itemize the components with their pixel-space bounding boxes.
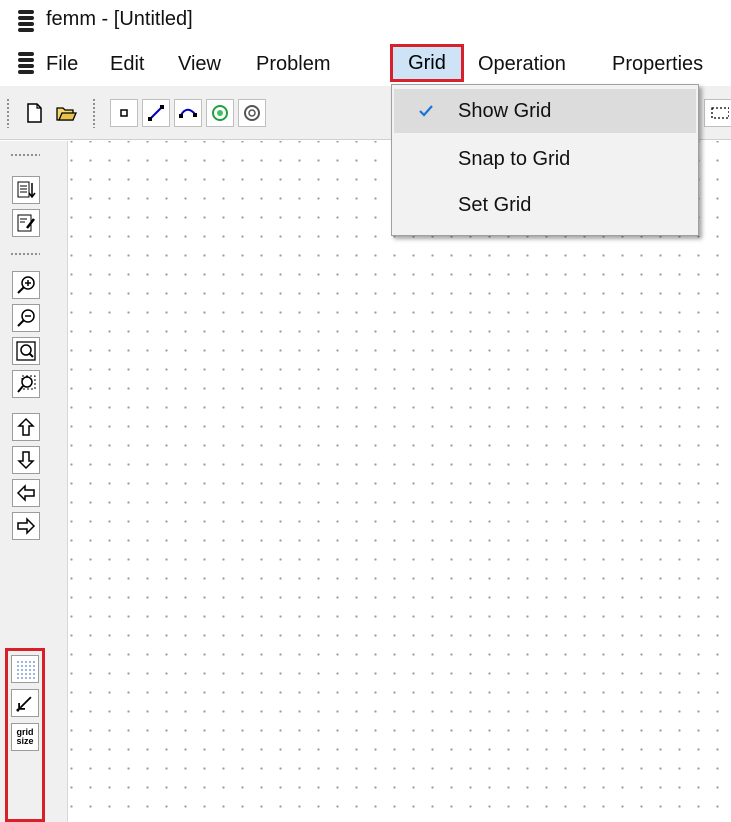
zoom-out-button[interactable] xyxy=(12,304,40,332)
pan-up-icon xyxy=(17,417,35,436)
system-menu-icon[interactable] xyxy=(16,52,38,76)
snap-to-grid-icon xyxy=(16,696,32,712)
menu-properties[interactable]: Properties xyxy=(612,51,703,77)
grid-size-label-line2: size xyxy=(16,736,34,746)
pan-right-button[interactable] xyxy=(12,512,40,540)
new-file-button[interactable] xyxy=(20,99,48,127)
menu-bar: File Edit View Problem Operation Propert… xyxy=(0,42,731,82)
menu-operation[interactable]: Operation xyxy=(478,51,566,77)
grid-size-button[interactable]: grid size xyxy=(11,723,39,751)
zoom-out-icon xyxy=(17,309,35,327)
pan-down-button[interactable] xyxy=(12,446,40,474)
pan-up-button[interactable] xyxy=(12,413,40,441)
menu-item-label: Show Grid xyxy=(458,100,552,122)
menu-item-set-grid[interactable]: Set Grid xyxy=(394,183,696,227)
segment-mode-button[interactable] xyxy=(142,99,170,127)
pan-left-icon xyxy=(16,484,35,502)
left-toolbar-grip[interactable] xyxy=(10,153,40,157)
zoom-natural-icon xyxy=(16,341,36,361)
menu-file[interactable]: File xyxy=(46,51,78,77)
group-icon xyxy=(244,105,260,121)
zoom-in-icon xyxy=(17,276,35,294)
checkmark-icon xyxy=(418,89,438,133)
snap-to-grid-button[interactable] xyxy=(11,689,39,717)
pan-down-icon xyxy=(17,451,35,470)
node-mode-button[interactable] xyxy=(110,99,138,127)
select-window-icon xyxy=(711,107,729,119)
select-window-button[interactable] xyxy=(704,99,731,127)
arc-icon xyxy=(179,108,197,118)
menu-grid[interactable]: Grid xyxy=(390,44,464,82)
new-icon xyxy=(27,103,42,123)
window-title: femm - [Untitled] xyxy=(46,8,193,30)
show-grid-button[interactable] xyxy=(11,655,39,683)
toolbar-grip[interactable] xyxy=(6,98,10,128)
segment-icon xyxy=(148,105,164,121)
menu-item-label: Snap to Grid xyxy=(458,148,571,170)
node-icon xyxy=(120,109,128,117)
grid-size-icon: grid size xyxy=(16,728,33,746)
menu-item-label: Set Grid xyxy=(458,194,532,216)
open-folder-icon xyxy=(56,107,77,121)
zoom-natural-button[interactable] xyxy=(12,337,40,365)
open-file-button[interactable] xyxy=(52,99,80,127)
pan-left-button[interactable] xyxy=(12,479,40,507)
left-toolbar-grip-2[interactable] xyxy=(10,252,40,256)
group-mode-button[interactable] xyxy=(238,99,266,127)
grid-dropdown-menu: Show Grid Snap to Grid Set Grid xyxy=(391,84,699,236)
toolbar-grip-2[interactable] xyxy=(92,98,96,128)
drawing-canvas[interactable] xyxy=(69,141,731,822)
title-bar: femm - [Untitled] xyxy=(0,0,731,42)
pan-right-icon xyxy=(17,517,36,535)
view-results-button[interactable] xyxy=(12,209,40,237)
menu-view[interactable]: View xyxy=(178,51,221,77)
menu-edit[interactable]: Edit xyxy=(110,51,144,77)
zoom-in-button[interactable] xyxy=(12,271,40,299)
analyze-button[interactable] xyxy=(12,176,40,204)
analyze-icon xyxy=(17,181,36,199)
menu-item-snap-to-grid[interactable]: Snap to Grid xyxy=(394,137,696,181)
show-grid-icon xyxy=(17,661,35,679)
menu-problem[interactable]: Problem xyxy=(256,51,330,77)
arc-mode-button[interactable] xyxy=(174,99,202,127)
view-results-icon xyxy=(17,214,35,232)
zoom-window-button[interactable] xyxy=(12,370,40,398)
zoom-window-icon xyxy=(17,375,36,393)
menu-item-show-grid[interactable]: Show Grid xyxy=(394,89,696,133)
block-label-mode-button[interactable] xyxy=(206,99,234,127)
femm-app-icon xyxy=(16,10,38,34)
block-label-icon xyxy=(212,105,228,121)
grid-tool-group: grid size xyxy=(5,648,45,822)
